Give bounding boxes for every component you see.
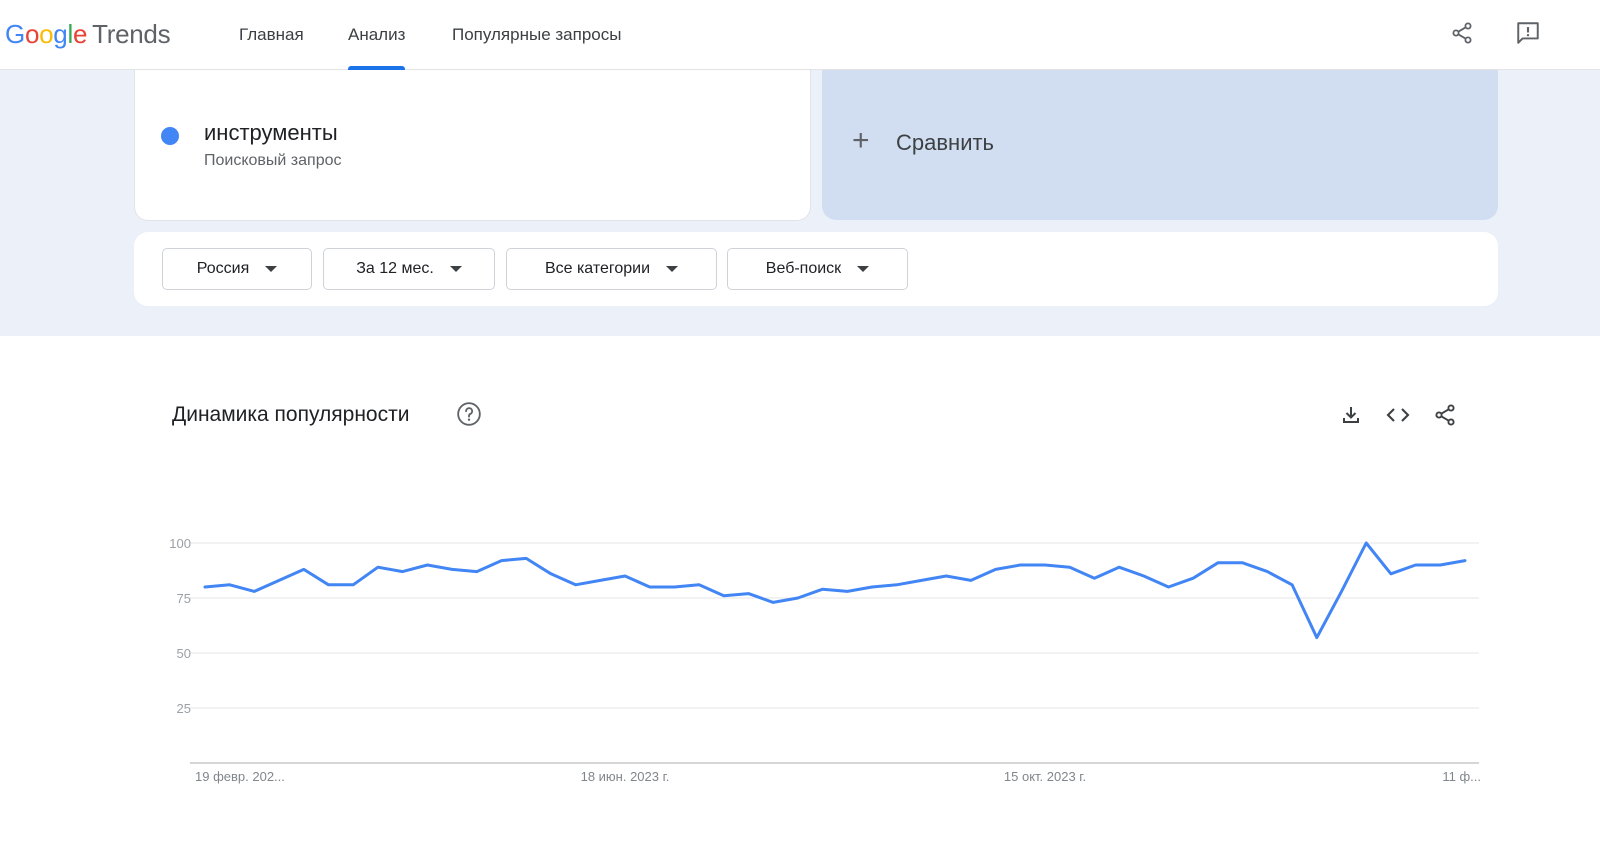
dropdown-caret-icon [265,266,278,272]
search-term-card[interactable]: инструменты Поисковый запрос [134,70,811,221]
share-icon[interactable] [1431,401,1459,429]
interest-over-time-chart: 100 75 50 25 19 февр. 202... 18 июн. 2023 г. 1… [169,536,1481,784]
region-filter[interactable]: Россия [162,248,312,290]
logo-product-name: Trends [92,19,171,49]
y-tick-label: 25 [177,701,191,716]
category-filter-label: Все категории [544,260,651,277]
search-term-name[interactable]: инструменты [204,120,338,146]
compare-label: Сравнить [896,130,995,155]
dropdown-caret-icon [857,266,870,272]
series-line [203,541,1467,640]
interest-over-time-card: 100 75 50 25 19 февр. 202... 18 июн. 2023 г. 1… [134,365,1498,867]
x-tick-label: 15 окт. 2023 г. [1004,769,1086,784]
dropdown-caret-icon [449,266,462,272]
term-color-dot [161,127,179,145]
filter-bar: Россия За 12 мес. Все категории Веб-поис… [134,232,1498,306]
y-tick-label: 75 [177,591,191,606]
download-icon[interactable] [1337,401,1365,429]
chart-title: Динамика популярности [172,403,410,426]
nav-tab-trending[interactable]: Популярные запросы [452,0,621,70]
help-icon[interactable] [456,401,482,427]
region-filter-label: Россия [196,260,250,277]
top-app-bar: Google Trends Главная Анализ Популярные з… [0,0,1600,70]
nav-tab-explore[interactable]: Анализ [348,0,406,70]
share-icon[interactable] [1447,18,1477,48]
y-tick-label: 100 [169,536,191,551]
google-trends-logo[interactable]: Google Trends [5,18,171,50]
dropdown-caret-icon [666,266,679,272]
search-type-filter[interactable]: Веб-поиск [727,248,908,290]
plus-icon: + [852,124,870,157]
search-type-filter-label: Веб-поиск [765,260,842,277]
y-tick-label: 50 [177,646,191,661]
time-range-filter-label: За 12 мес. [356,260,434,277]
x-tick-label: 11 ф... [1442,769,1481,784]
x-tick-label: 18 июн. 2023 г. [581,769,670,784]
compare-button[interactable]: + Сравнить [822,70,1498,220]
search-term-type: Поисковый запрос [204,152,342,169]
feedback-icon[interactable] [1513,18,1543,48]
category-filter[interactable]: Все категории [506,248,717,290]
x-tick-label: 19 февр. 202... [195,769,285,784]
embed-icon[interactable] [1384,401,1412,429]
nav-tab-home[interactable]: Главная [239,0,304,70]
time-range-filter[interactable]: За 12 мес. [323,248,495,290]
